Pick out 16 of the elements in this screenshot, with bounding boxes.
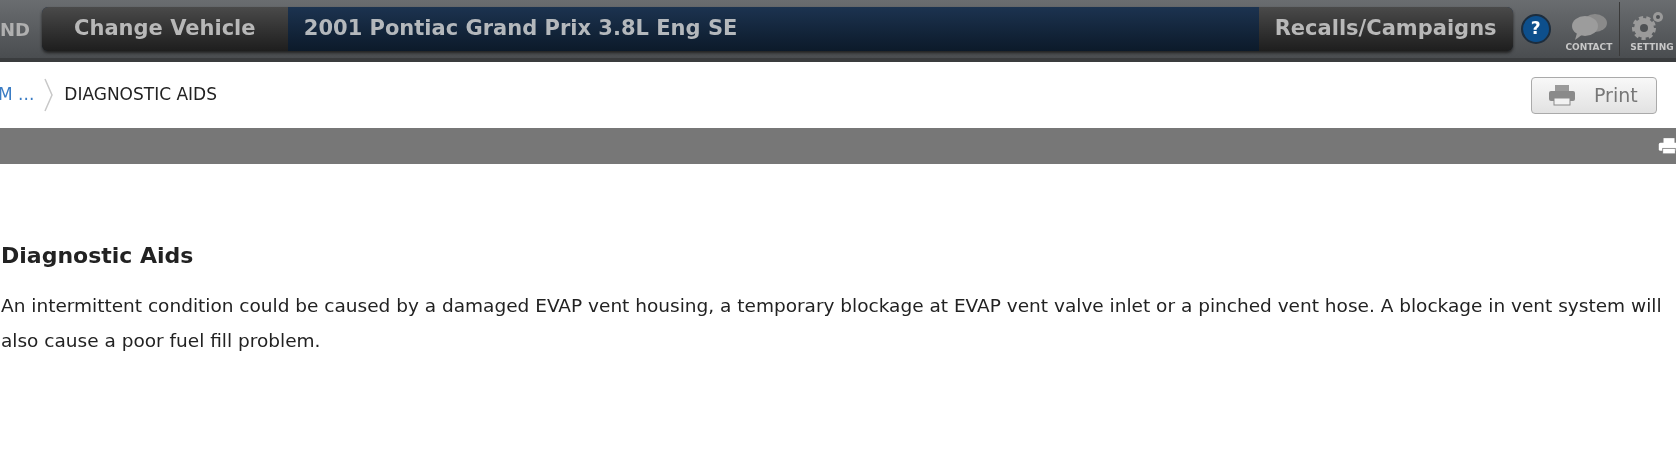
change-vehicle-button[interactable]: Change Vehicle — [41, 7, 288, 51]
contact-button[interactable]: CONTACT — [1558, 2, 1621, 56]
brand-text: ND — [0, 17, 31, 42]
printer-icon[interactable] — [1658, 135, 1676, 157]
breadcrumb-current: DIAGNOSTIC AIDS — [64, 83, 217, 107]
chevron-icon — [44, 78, 55, 112]
print-button[interactable]: Print — [1531, 76, 1657, 114]
vehicle-name: 2001 Pontiac Grand Prix 3.8L Eng SE — [302, 15, 739, 43]
section-heading: Diagnostic Aids — [1, 242, 195, 270]
settings-button[interactable]: SETTING — [1624, 2, 1676, 56]
recalls-button[interactable]: Recalls/Campaigns — [1258, 7, 1513, 51]
breadcrumb-link[interactable]: M ... — [0, 82, 35, 108]
help-button[interactable]: ? — [1520, 14, 1551, 44]
printer-icon — [1548, 84, 1576, 106]
gear-icon — [1630, 10, 1665, 41]
paragraph: An intermittent condition could be caused by a damaged EVAP vent housing, a temporary blockage at EVAP vent valve inlet or a pinched vent hose. A blockage in vent system will also cause a poor fuel fill problem. — [1, 294, 1663, 353]
